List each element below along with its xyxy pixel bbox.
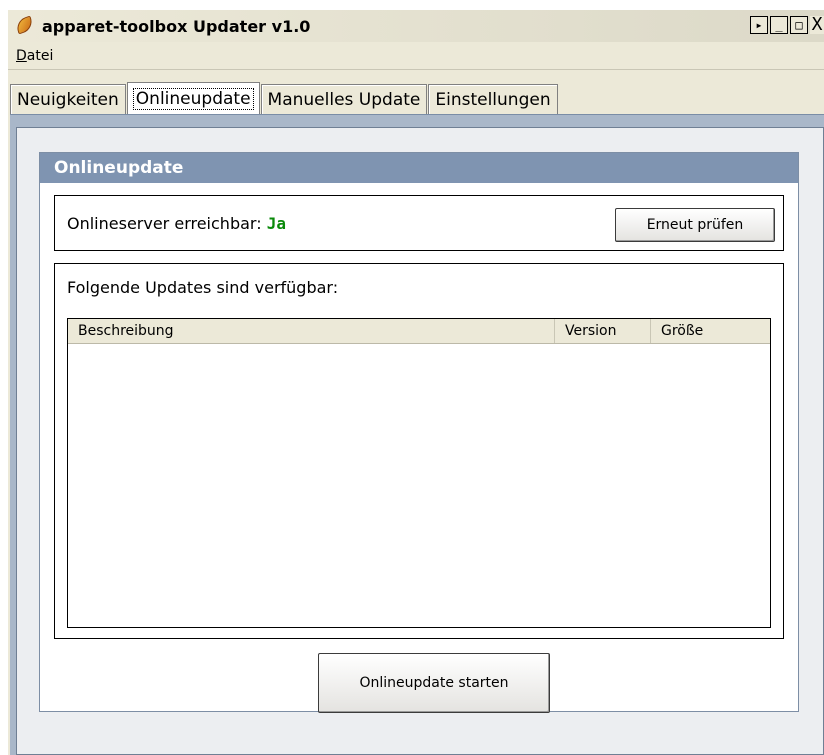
list-header: Beschreibung Version Größe xyxy=(68,319,770,344)
close-icon[interactable]: X xyxy=(810,16,824,34)
tab-control: Neuigkeiten Onlineupdate Manuelles Updat… xyxy=(8,70,824,755)
column-header-description[interactable]: Beschreibung xyxy=(68,319,554,343)
server-status-text: Onlineserver erreichbar: Ja xyxy=(67,214,286,233)
tab-einstellungen[interactable]: Einstellungen xyxy=(428,84,558,114)
panel-title: Onlineupdate xyxy=(40,153,798,183)
window-title: apparet-toolbox Updater v1.0 xyxy=(42,16,311,36)
tab-label: Einstellungen xyxy=(435,89,551,110)
recheck-button[interactable]: Erneut prüfen xyxy=(615,208,775,242)
tab-strip: Neuigkeiten Onlineupdate Manuelles Updat… xyxy=(10,82,559,114)
window-controls: ▸ _ □ X xyxy=(750,16,824,34)
menu-file-mnemonic: D xyxy=(16,47,27,64)
menu-file[interactable]: Datei xyxy=(12,46,57,66)
app-leaf-icon xyxy=(14,15,36,37)
updates-box: Folgende Updates sind verfügbar: Beschre… xyxy=(54,263,784,639)
tab-page-content: Onlineupdate Onlineserver erreichbar: Ja… xyxy=(16,127,824,755)
onlineupdate-panel: Onlineupdate Onlineserver erreichbar: Ja… xyxy=(39,152,799,713)
server-status-label: Onlineserver erreichbar: xyxy=(67,214,262,233)
tab-label: Onlineupdate xyxy=(132,87,254,110)
updates-label: Folgende Updates sind verfügbar: xyxy=(67,278,339,297)
maximize-icon[interactable]: □ xyxy=(790,16,808,34)
server-status-value: Ja xyxy=(266,214,286,233)
help-icon[interactable]: ▸ xyxy=(750,16,768,34)
tab-label: Manuelles Update xyxy=(267,89,421,110)
title-bar[interactable]: apparet-toolbox Updater v1.0 ▸ _ □ X xyxy=(8,10,824,42)
column-header-size[interactable]: Größe xyxy=(650,319,770,343)
tab-page: Onlineupdate Onlineserver erreichbar: Ja… xyxy=(10,114,824,755)
tab-neuigkeiten[interactable]: Neuigkeiten xyxy=(10,84,126,114)
server-status-box: Onlineserver erreichbar: Ja Erneut prüfe… xyxy=(54,195,784,251)
minimize-icon[interactable]: _ xyxy=(770,16,788,34)
tab-label: Neuigkeiten xyxy=(17,89,119,110)
tab-onlineupdate[interactable]: Onlineupdate xyxy=(126,82,260,114)
updates-list[interactable]: Beschreibung Version Größe xyxy=(67,318,771,628)
menu-file-label: atei xyxy=(26,47,54,64)
column-header-version[interactable]: Version xyxy=(554,319,650,343)
tab-manuelles-update[interactable]: Manuelles Update xyxy=(260,84,428,114)
start-update-button[interactable]: Onlineupdate starten xyxy=(318,653,550,713)
menu-bar: Datei xyxy=(8,42,824,70)
